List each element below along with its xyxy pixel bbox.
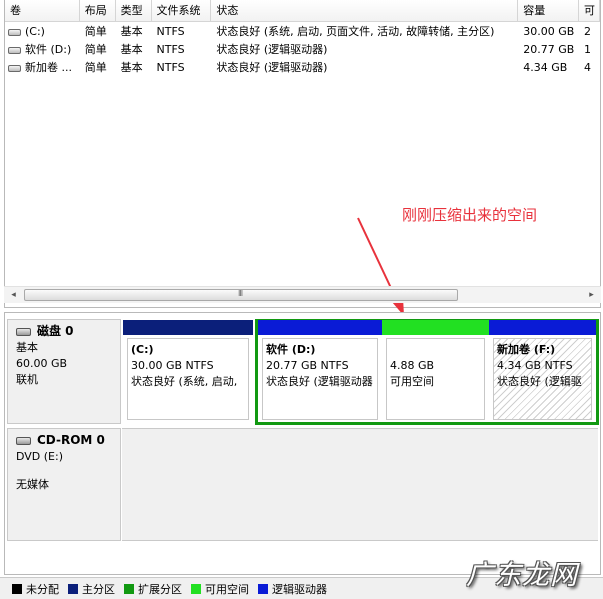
column-header-type[interactable]: 类型 (116, 0, 152, 22)
table-row[interactable]: (C:) 简单 基本 NTFS 状态良好 (系统, 启动, 页面文件, 活动, … (5, 23, 600, 41)
legend-swatch (68, 583, 78, 594)
legend-label: 可用空间 (205, 582, 249, 596)
partition-status: 状态良好 (逻辑驱 (497, 375, 582, 388)
drive-icon (8, 46, 21, 54)
filesystem-cell: NTFS (156, 61, 185, 74)
partition-c[interactable]: (C:) 30.00 GB NTFS 状态良好 (系统, 启动, (123, 320, 253, 424)
partition-size: 30.00 GB NTFS (131, 359, 214, 372)
partition-size: 4.88 GB (390, 359, 435, 372)
partition-color-bar (489, 320, 596, 335)
legend-item: 扩展分区 (124, 581, 182, 597)
partition-name (390, 342, 484, 358)
status-cell: 状态良好 (系统, 启动, 页面文件, 活动, 故障转储, 主分区) (216, 25, 495, 38)
cdrom-drive: DVD (E:) (16, 450, 64, 463)
partition-info: 新加卷 (F:) 4.34 GB NTFS 状态良好 (逻辑驱 (493, 338, 592, 420)
volume-name: (C:) (25, 25, 45, 38)
disk-map: 磁盘 0 基本 60.00 GB 联机 (C:) 30.00 GB NTFS 状… (4, 312, 601, 575)
column-header-free-space[interactable]: 可 (579, 0, 600, 22)
capacity-cell: 20.77 GB (523, 43, 575, 56)
type-cell: 基本 (120, 43, 143, 56)
legend-swatch (124, 583, 134, 594)
scrollbar-thumb[interactable]: III (24, 289, 458, 301)
legend-swatch (12, 583, 22, 594)
filesystem-cell: NTFS (156, 43, 185, 56)
table-row[interactable]: 新加卷 ... 简单 基本 NTFS 状态良好 (逻辑驱动器) 4.34 GB … (5, 59, 600, 77)
optical-drive-icon (16, 437, 31, 445)
partition-status: 状态良好 (系统, 启动, (131, 375, 238, 388)
legend-label: 未分配 (26, 582, 59, 596)
partition-color-bar (258, 320, 382, 335)
partition-size: 4.34 GB NTFS (497, 359, 573, 372)
free-space-cell: 1 (584, 43, 592, 56)
partition-status: 可用空间 (390, 375, 434, 388)
volume-list: 卷 布局 类型 文件系统 状态 容量 可 (C:) 简单 基本 NTFS 状态良… (4, 0, 601, 308)
volume-name: 新加卷 ... (25, 61, 72, 74)
cdrom-media: 无媒体 (16, 478, 49, 491)
legend-label: 扩展分区 (138, 582, 182, 596)
legend-item: 主分区 (68, 581, 115, 597)
horizontal-scrollbar[interactable]: ◂ III ▸ (4, 286, 601, 303)
partition-status: 状态良好 (逻辑驱动器 (266, 375, 373, 388)
legend-label: 逻辑驱动器 (272, 582, 327, 596)
volume-name: 软件 (D:) (25, 43, 72, 56)
scroll-right-button[interactable]: ▸ (584, 288, 599, 303)
column-header-capacity[interactable]: 容量 (518, 0, 580, 22)
partition-info: 软件 (D:) 20.77 GB NTFS 状态良好 (逻辑驱动器 (262, 338, 378, 420)
partition-name: 新加卷 (F:) (497, 343, 556, 356)
free-space-cell: 2 (584, 25, 592, 38)
partition-name: (C:) (131, 343, 154, 356)
drive-icon (8, 28, 21, 36)
table-row[interactable]: 软件 (D:) 简单 基本 NTFS 状态良好 (逻辑驱动器) 20.77 GB… (5, 41, 600, 59)
column-header-status[interactable]: 状态 (211, 0, 519, 22)
annotation-text: 刚刚压缩出来的空间 (402, 206, 538, 224)
layout-cell: 简单 (84, 61, 107, 74)
partition-size: 20.77 GB NTFS (266, 359, 349, 372)
legend-label: 主分区 (82, 582, 115, 596)
partition-color-bar (382, 320, 489, 335)
capacity-cell: 4.34 GB (523, 61, 568, 74)
column-header-layout[interactable]: 布局 (80, 0, 116, 22)
partition-free-space[interactable]: 4.88 GB 可用空间 (382, 320, 489, 424)
scroll-left-button[interactable]: ◂ (6, 288, 21, 303)
partition-f[interactable]: 新加卷 (F:) 4.34 GB NTFS 状态良好 (逻辑驱 (489, 320, 596, 424)
layout-cell: 简单 (84, 43, 107, 56)
partition-name: 软件 (D:) (266, 343, 316, 356)
legend-swatch (191, 583, 201, 594)
watermark: 广东龙网 (466, 560, 578, 591)
drive-icon (8, 64, 21, 72)
column-header-filesystem[interactable]: 文件系统 (152, 0, 212, 22)
legend-item: 可用空间 (191, 581, 249, 597)
disk-0-label[interactable]: 磁盘 0 基本 60.00 GB 联机 (7, 319, 121, 424)
disk-type: 基本 (16, 341, 38, 354)
disk-name: 磁盘 0 (37, 324, 74, 338)
legend-item: 逻辑驱动器 (258, 581, 327, 597)
status-cell: 状态良好 (逻辑驱动器) (216, 43, 328, 56)
legend-swatch (258, 583, 268, 594)
free-space-cell: 4 (584, 61, 592, 74)
column-header-volume[interactable]: 卷 (5, 0, 80, 22)
disk-status: 联机 (16, 373, 38, 386)
cdrom-name: CD-ROM 0 (37, 433, 105, 447)
layout-cell: 简单 (84, 25, 107, 38)
cdrom-volume-area[interactable] (122, 428, 598, 541)
disk-size: 60.00 GB (16, 357, 68, 370)
partition-color-bar (123, 320, 253, 335)
partition-info: (C:) 30.00 GB NTFS 状态良好 (系统, 启动, (127, 338, 249, 420)
volume-list-header: 卷 布局 类型 文件系统 状态 容量 可 (5, 0, 600, 22)
legend-item: 未分配 (12, 581, 59, 597)
cdrom-0-label[interactable]: CD-ROM 0 DVD (E:) 无媒体 (7, 428, 121, 541)
type-cell: 基本 (120, 61, 143, 74)
type-cell: 基本 (120, 25, 143, 38)
partition-d[interactable]: 软件 (D:) 20.77 GB NTFS 状态良好 (逻辑驱动器 (258, 320, 382, 424)
hard-disk-icon (16, 328, 31, 336)
status-cell: 状态良好 (逻辑驱动器) (216, 61, 328, 74)
partition-info: 4.88 GB 可用空间 (386, 338, 485, 420)
capacity-cell: 30.00 GB (523, 25, 575, 38)
scrollbar-grip: III (238, 289, 243, 298)
filesystem-cell: NTFS (156, 25, 185, 38)
